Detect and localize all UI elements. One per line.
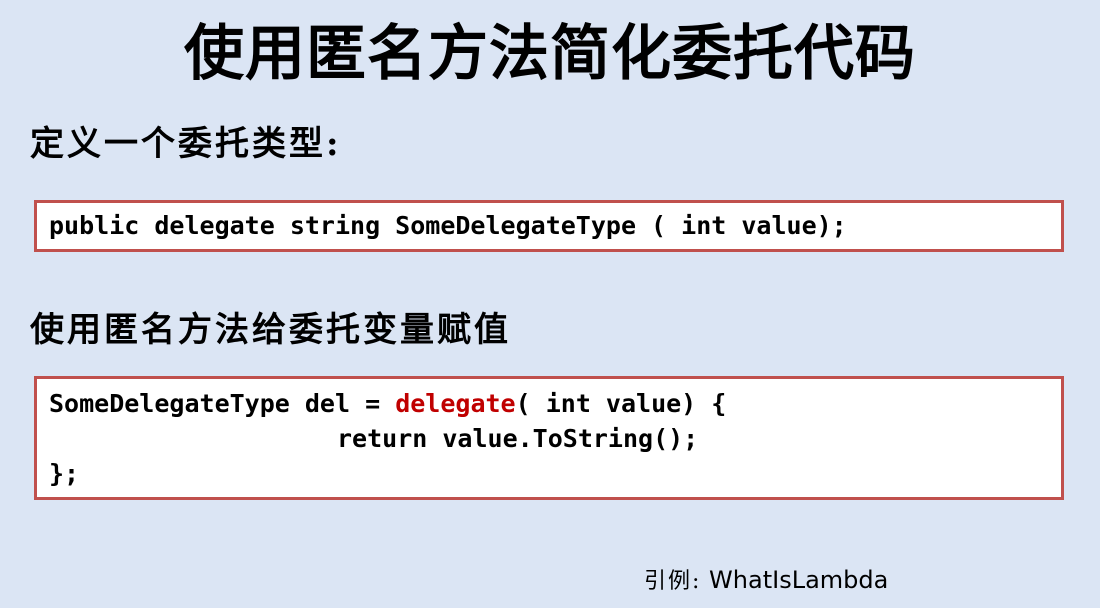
slide-title: 使用匿名方法简化委托代码 [184,19,916,89]
citation: 引例: WhatIsLambda [644,560,888,602]
slide: 使用匿名方法简化委托代码 定义一个委托类型: public delegate s… [0,0,1100,608]
citation-prefix: 引例: [644,569,702,594]
code-line: }; [49,459,80,488]
citation-text: WhatIsLambda [701,566,889,594]
code-line: return value.ToString(); [337,424,699,453]
code-line: public delegate string SomeDelegateType … [49,211,847,240]
code-text: ( int value) { [515,389,727,418]
code-line: SomeDelegateType del = delegate( int val… [49,387,726,421]
delegate-keyword: delegate [395,389,516,418]
code-box-delegate-declaration: public delegate string SomeDelegateType … [34,200,1064,252]
section-label-anonymous-method: 使用匿名方法给委托变量赋值 [30,310,511,350]
code-text: SomeDelegateType del = [49,389,396,418]
section-label-define-delegate: 定义一个委托类型: [30,124,342,164]
code-box-anonymous-method: SomeDelegateType del = delegate( int val… [34,376,1064,500]
